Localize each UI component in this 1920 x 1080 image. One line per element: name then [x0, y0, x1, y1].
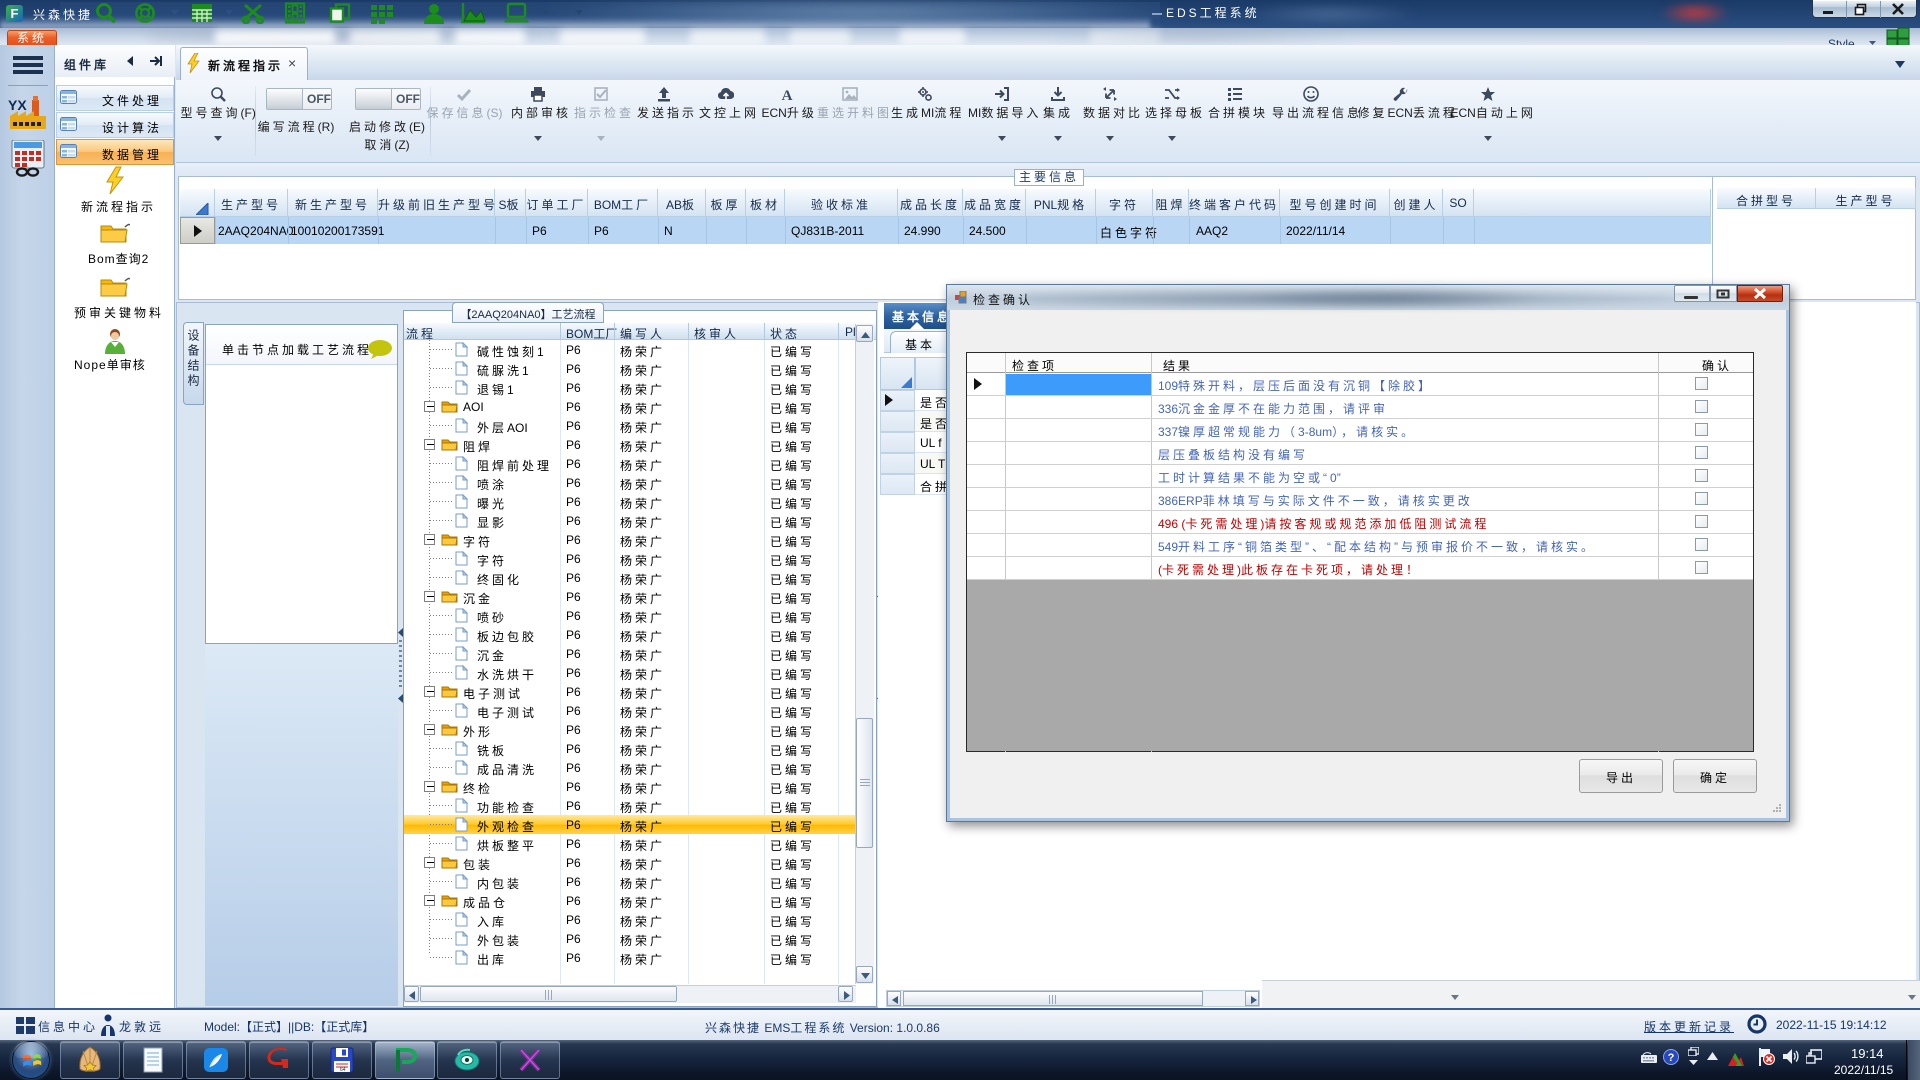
svg-text:A: A — [782, 88, 793, 102]
svg-text:64: 64 — [340, 1067, 346, 1073]
svg-text:YX: YX — [8, 97, 27, 113]
svg-text:?: ? — [1668, 1052, 1675, 1064]
